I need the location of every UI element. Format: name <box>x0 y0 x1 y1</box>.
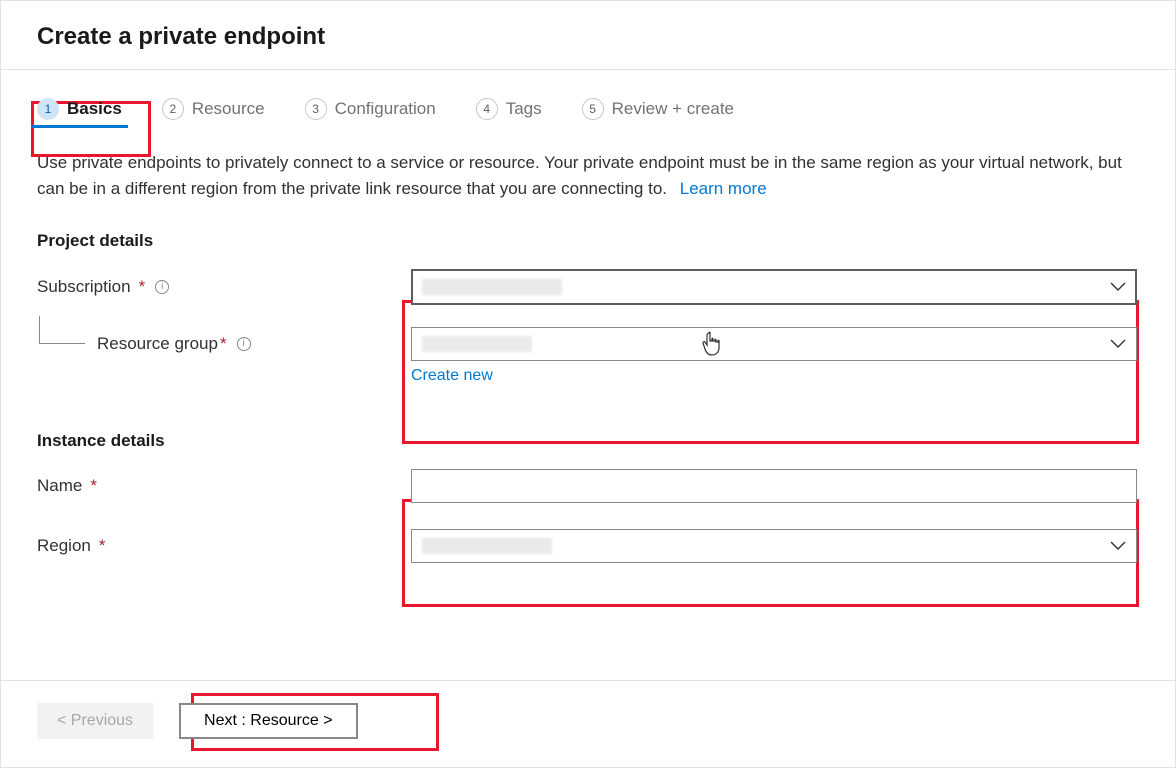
tab-label: Basics <box>67 99 122 119</box>
name-input[interactable] <box>411 469 1137 503</box>
tab-label: Resource <box>192 99 265 119</box>
required-asterisk: * <box>220 334 227 354</box>
chevron-down-icon <box>1110 339 1126 349</box>
chevron-down-icon <box>1110 541 1126 551</box>
tab-basics[interactable]: 1 Basics <box>37 98 122 128</box>
tab-label: Review + create <box>612 99 734 119</box>
required-asterisk: * <box>99 536 106 556</box>
next-button[interactable]: Next : Resource > <box>179 703 358 739</box>
tab-step-number: 4 <box>476 98 498 120</box>
hierarchy-connector-icon <box>39 316 85 344</box>
tab-resource[interactable]: 2 Resource <box>162 98 265 128</box>
required-asterisk: * <box>90 476 97 496</box>
intro-text: Use private endpoints to privately conne… <box>37 153 1122 198</box>
tab-step-number: 1 <box>37 98 59 120</box>
subscription-value-redacted <box>422 279 562 295</box>
learn-more-link[interactable]: Learn more <box>680 179 767 198</box>
region-dropdown[interactable] <box>411 529 1137 563</box>
tab-step-number: 5 <box>582 98 604 120</box>
label-name: Name * <box>37 476 411 496</box>
wizard-footer: < Previous Next : Resource > <box>1 680 1175 767</box>
section-title-instance-details: Instance details <box>37 431 1139 451</box>
label-region: Region * <box>37 536 411 556</box>
info-icon[interactable]: i <box>237 337 251 351</box>
label-subscription: Subscription * i <box>37 277 411 297</box>
resource-group-value-redacted <box>422 336 532 352</box>
page-header: Create a private endpoint <box>1 1 1175 70</box>
tab-review-create[interactable]: 5 Review + create <box>582 98 734 128</box>
page-title: Create a private endpoint <box>37 23 1143 51</box>
create-new-link[interactable]: Create new <box>411 367 493 385</box>
tab-step-number: 3 <box>305 98 327 120</box>
intro-paragraph: Use private endpoints to privately conne… <box>37 150 1139 203</box>
subscription-dropdown[interactable] <box>411 269 1137 305</box>
tab-tags[interactable]: 4 Tags <box>476 98 542 128</box>
tab-label: Tags <box>506 99 542 119</box>
label-resource-group: Resource group * i <box>37 327 411 361</box>
resource-group-dropdown[interactable] <box>411 327 1137 361</box>
region-value-redacted <box>422 538 552 554</box>
wizard-tabs: 1 Basics 2 Resource 3 Configuration 4 Ta… <box>37 98 1139 128</box>
chevron-down-icon <box>1110 282 1126 292</box>
tab-step-number: 2 <box>162 98 184 120</box>
tab-label: Configuration <box>335 99 436 119</box>
tab-configuration[interactable]: 3 Configuration <box>305 98 436 128</box>
section-title-project-details: Project details <box>37 231 1139 251</box>
content-area: 1 Basics 2 Resource 3 Configuration 4 Ta… <box>1 70 1175 583</box>
info-icon[interactable]: i <box>155 280 169 294</box>
required-asterisk: * <box>139 277 146 297</box>
previous-button: < Previous <box>37 703 153 739</box>
